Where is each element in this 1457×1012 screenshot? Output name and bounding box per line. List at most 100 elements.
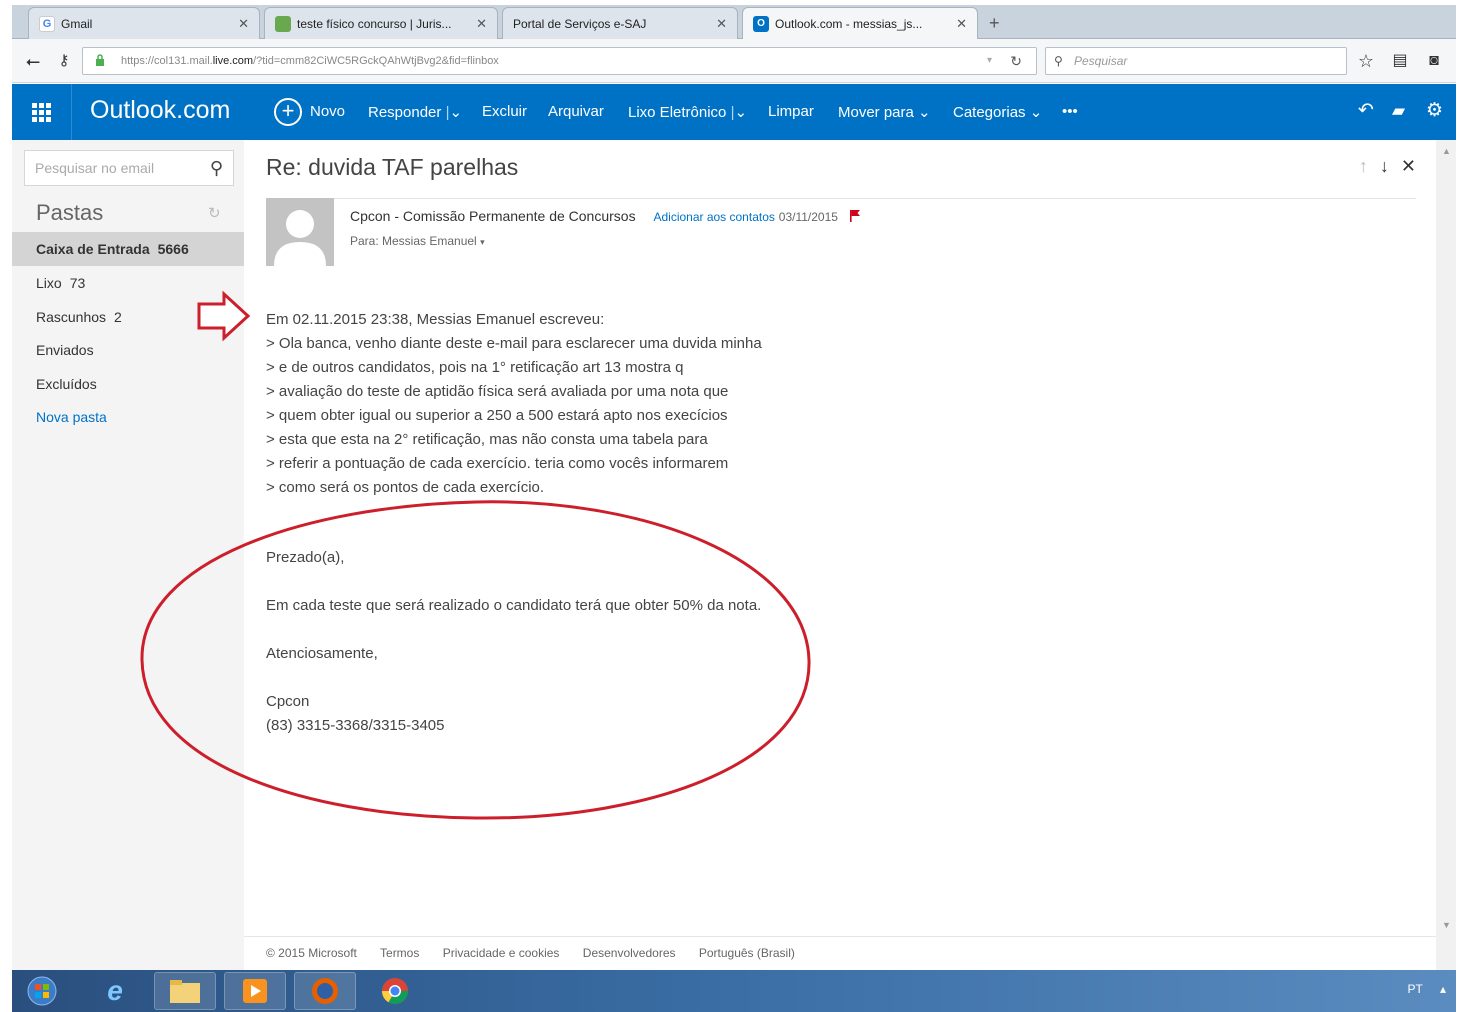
language-indicator[interactable]: PT xyxy=(1408,982,1423,996)
close-icon[interactable]: ✕ xyxy=(956,16,967,32)
tab-esaj[interactable]: Portal de Serviços e-SAJ ✕ xyxy=(502,7,738,39)
chevron-down-icon[interactable]: ⌄ xyxy=(734,104,747,121)
folder-count: 2 xyxy=(114,309,122,325)
close-icon[interactable]: ✕ xyxy=(238,16,249,32)
jurisway-icon xyxy=(275,15,291,32)
recipient[interactable]: Para: Messias Emanuel xyxy=(350,234,477,248)
new-button[interactable]: Novo xyxy=(310,103,345,120)
back-arrow-icon[interactable]: ⭠ xyxy=(20,47,46,75)
folder-icon xyxy=(170,980,200,1003)
tray-expand-icon[interactable]: ▴ xyxy=(1440,982,1446,996)
chevron-down-icon: ⌄ xyxy=(1029,104,1043,121)
signature-name: Cpcon xyxy=(266,693,310,710)
undo-icon[interactable]: ↶ xyxy=(1358,99,1374,122)
folder-label: Rascunhos xyxy=(36,309,107,325)
chevron-down-icon[interactable]: ▾ xyxy=(480,237,485,247)
browser-search-input[interactable]: ⚲ Pesquisar xyxy=(1045,47,1347,75)
screen: G Gmail ✕ teste físico concurso | Juris.… xyxy=(0,0,1457,1012)
footer-link-developers[interactable]: Desenvolvedores xyxy=(583,946,676,960)
mail-search-input[interactable]: Pesquisar no email ⚲ xyxy=(24,150,234,186)
footer-link-language[interactable]: Português (Brasil) xyxy=(699,946,795,960)
gmail-icon: G xyxy=(39,15,55,32)
quote-line: > referir a pontuação de cada exercício.… xyxy=(266,455,729,472)
folder-drafts[interactable]: Rascunhos 2 xyxy=(12,300,244,334)
add-contact-link[interactable]: Adicionar aos contatos xyxy=(653,210,774,224)
sender-name[interactable]: Cpcon - Comissão Permanente de Concursos xyxy=(350,208,636,224)
quote-line: > quem obter igual ou superior a 250 a 5… xyxy=(266,407,728,424)
search-icon[interactable]: ⚲ xyxy=(210,151,223,185)
folder-sent[interactable]: Enviados xyxy=(12,333,244,367)
windows-taskbar: e PT ▴ xyxy=(12,970,1456,1012)
refresh-icon[interactable]: ↻ xyxy=(208,204,221,222)
app-launcher-icon[interactable] xyxy=(12,84,72,140)
tab-label: teste físico concurso | Juris... xyxy=(297,16,452,31)
mail-search-placeholder: Pesquisar no email xyxy=(35,160,155,176)
quote-line: > Ola banca, venho diante deste e-mail p… xyxy=(266,335,762,352)
tab-jurisway[interactable]: teste físico concurso | Juris... ✕ xyxy=(264,7,498,39)
new-tab-icon[interactable]: + xyxy=(989,13,1000,34)
chat-icon[interactable]: ▰ xyxy=(1392,101,1405,121)
avatar xyxy=(266,198,334,266)
plus-circle-icon[interactable]: + xyxy=(274,98,302,126)
junk-button[interactable]: Lixo Eletrônico |⌄ xyxy=(628,103,747,121)
sweep-button[interactable]: Limpar xyxy=(768,103,814,120)
key-icon[interactable]: ⚷ xyxy=(52,47,76,75)
bookmark-star-icon[interactable]: ☆ xyxy=(1354,47,1378,75)
search-icon: ⚲ xyxy=(1054,54,1063,68)
url-suffix: /?tid=cmm82CiWC5RGckQAhWtjBvg2&fid=flinb… xyxy=(253,55,499,67)
url-domain: live.com xyxy=(212,55,254,67)
flag-icon[interactable] xyxy=(849,210,860,222)
more-button[interactable]: ••• xyxy=(1062,103,1078,120)
taskbar-firefox[interactable] xyxy=(294,972,356,1010)
reply-button[interactable]: Responder |⌄ xyxy=(368,103,462,121)
windows-start-icon xyxy=(27,976,57,1006)
arrow-up-icon[interactable]: ↑ xyxy=(1359,156,1368,176)
pocket-icon[interactable]: ◙ xyxy=(1422,47,1446,75)
reading-pane: Re: duvida TAF parelhas ↑ ↓ ✕ Cpcon - Comi… xyxy=(244,140,1436,970)
scroll-down-icon[interactable]: ▼ xyxy=(1442,920,1451,930)
folder-label: Enviados xyxy=(36,342,94,358)
folder-deleted[interactable]: Excluídos xyxy=(12,367,244,401)
close-icon[interactable]: ✕ xyxy=(1401,156,1416,176)
message-nav: ↑ ↓ ✕ xyxy=(1347,156,1416,177)
chevron-down-icon[interactable]: ⌄ xyxy=(449,104,462,121)
divider: | xyxy=(730,104,735,121)
url-input[interactable]: https://col131.mail.live.com/?tid=cmm82C… xyxy=(82,47,1037,75)
reading-list-icon[interactable]: ▤ xyxy=(1388,47,1412,75)
move-label: Mover para xyxy=(838,104,914,121)
gear-icon[interactable]: ⚙ xyxy=(1426,99,1443,122)
folder-count: 5666 xyxy=(157,241,189,257)
move-to-button[interactable]: Mover para ⌄ xyxy=(838,103,931,121)
archive-button[interactable]: Arquivar xyxy=(548,103,604,120)
scrollbar[interactable]: ▲ ▼ xyxy=(1436,140,1456,970)
arrow-down-icon[interactable]: ↓ xyxy=(1380,156,1389,176)
tab-outlook[interactable]: O Outlook.com - messias_js... ✕ xyxy=(742,7,978,39)
close-icon[interactable]: ✕ xyxy=(716,16,727,32)
reload-icon[interactable]: ↻ xyxy=(1010,48,1022,74)
greeting: Prezado(a), xyxy=(266,549,345,566)
footer-link-terms[interactable]: Termos xyxy=(380,946,419,960)
quote-line: > avaliação do teste de aptidão física s… xyxy=(266,383,729,400)
tab-gmail[interactable]: G Gmail ✕ xyxy=(28,7,260,39)
delete-button[interactable]: Excluir xyxy=(482,103,527,120)
message-subject: Re: duvida TAF parelhas xyxy=(266,154,519,180)
taskbar-ie[interactable]: e xyxy=(84,972,146,1010)
tab-label: Outlook.com - messias_js... xyxy=(775,16,923,31)
categories-button[interactable]: Categorias ⌄ xyxy=(953,103,1042,121)
taskbar-explorer[interactable] xyxy=(154,972,216,1010)
folder-label: Excluídos xyxy=(36,376,97,392)
start-button[interactable] xyxy=(16,972,68,1010)
person-icon xyxy=(266,198,334,266)
taskbar-media[interactable] xyxy=(224,972,286,1010)
dropdown-icon[interactable]: ▾ xyxy=(987,48,992,74)
new-folder-link[interactable]: Nova pasta xyxy=(12,400,244,434)
taskbar-chrome[interactable] xyxy=(364,972,426,1010)
footer-link-privacy[interactable]: Privacidade e cookies xyxy=(443,946,560,960)
close-icon[interactable]: ✕ xyxy=(476,16,487,32)
folder-junk[interactable]: Lixo 73 xyxy=(12,266,244,300)
outlook-header: Outlook.com + Novo Responder |⌄ Excluir … xyxy=(12,84,1456,140)
scroll-up-icon[interactable]: ▲ xyxy=(1442,146,1451,156)
search-placeholder: Pesquisar xyxy=(1074,54,1128,68)
folder-inbox[interactable]: Caixa de Entrada 5666 xyxy=(12,232,244,266)
quoted-message: Em 02.11.2015 23:38, Messias Emanuel esc… xyxy=(266,308,762,500)
